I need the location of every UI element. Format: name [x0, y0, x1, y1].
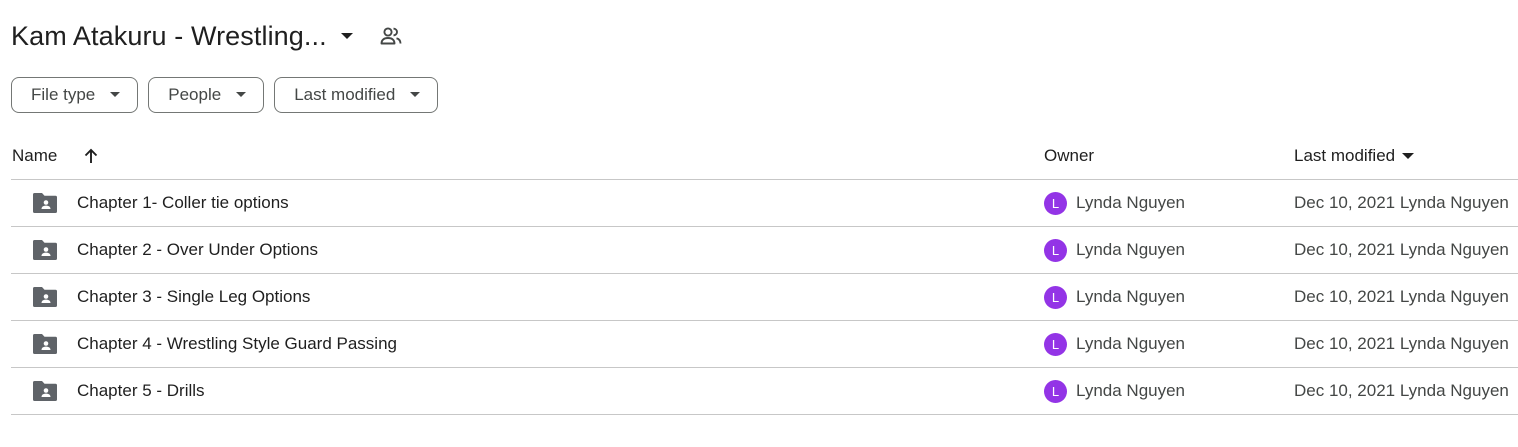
name-column-label: Name	[12, 146, 58, 165]
table-row[interactable]: Chapter 5 - Drills L Lynda Nguyen Dec 10…	[11, 368, 1518, 415]
last-modified-cell: Dec 10, 2021 Lynda Nguyen	[1294, 334, 1509, 353]
owner-cell: L Lynda Nguyen	[1044, 379, 1186, 403]
table-header: Name Owner Last modified	[11, 133, 1518, 180]
last-modified-cell: Dec 10, 2021 Lynda Nguyen	[1294, 287, 1509, 306]
arrow-drop-down-icon	[409, 89, 421, 101]
owner-column-label: Owner	[1044, 146, 1095, 165]
file-name: Chapter 4 - Wrestling Style Guard Passin…	[77, 334, 397, 353]
owner-cell: L Lynda Nguyen	[1044, 285, 1186, 309]
chip-label: People	[168, 85, 222, 104]
owner-column-header[interactable]: Owner	[1044, 146, 1094, 166]
table-row[interactable]: Chapter 3 - Single Leg Options L Lynda N…	[11, 274, 1518, 321]
shared-folder-icon	[33, 193, 57, 213]
owner-name: Lynda Nguyen	[1076, 287, 1186, 306]
last-modified-cell: Dec 10, 2021 Lynda Nguyen	[1294, 193, 1509, 212]
arrow-drop-down-icon	[109, 89, 121, 101]
chip-label: File type	[31, 85, 96, 104]
arrow-drop-down-icon	[1401, 149, 1415, 163]
name-column-header[interactable]: Name	[12, 146, 101, 166]
filter-chips: File type People Last modified	[11, 77, 439, 113]
file-list: Name Owner Last modified Chapter 1- Coll…	[11, 133, 1518, 415]
owner-cell: L Lynda Nguyen	[1044, 332, 1186, 356]
last-modified-column-header[interactable]: Last modified	[1294, 146, 1415, 166]
table-row[interactable]: Chapter 4 - Wrestling Style Guard Passin…	[11, 321, 1518, 368]
arrow-drop-down-icon	[235, 89, 247, 101]
file-name: Chapter 1- Coller tie options	[77, 193, 289, 212]
shared-folder-icon	[33, 287, 57, 307]
file-type-filter[interactable]: File type	[11, 77, 139, 113]
file-name: Chapter 5 - Drills	[77, 381, 205, 400]
last-modified-filter[interactable]: Last modified	[274, 77, 439, 113]
shared-folder-icon	[33, 240, 57, 260]
last-modified-cell: Dec 10, 2021 Lynda Nguyen	[1294, 240, 1509, 259]
folder-title-button[interactable]: Kam Atakuru - Wrestling...	[11, 16, 359, 56]
avatar: L	[1044, 332, 1067, 356]
folder-title: Kam Atakuru - Wrestling...	[11, 21, 327, 51]
table-row[interactable]: Chapter 2 - Over Under Options L Lynda N…	[11, 227, 1518, 274]
last-modified-cell: Dec 10, 2021 Lynda Nguyen	[1294, 381, 1509, 400]
avatar: L	[1044, 191, 1067, 215]
owner-cell: L Lynda Nguyen	[1044, 238, 1186, 262]
avatar: L	[1044, 379, 1067, 403]
avatar: L	[1044, 285, 1067, 309]
folder-header: Kam Atakuru - Wrestling...	[11, 14, 403, 58]
people-filter[interactable]: People	[148, 77, 265, 113]
arrow-upward-icon[interactable]	[81, 146, 101, 166]
people-icon[interactable]	[379, 24, 403, 48]
shared-folder-icon	[33, 334, 57, 354]
last-modified-column-label: Last modified	[1294, 146, 1396, 165]
shared-folder-icon	[33, 381, 57, 401]
file-name: Chapter 3 - Single Leg Options	[77, 287, 311, 306]
owner-name: Lynda Nguyen	[1076, 240, 1186, 259]
arrow-drop-down-icon	[339, 28, 355, 44]
owner-name: Lynda Nguyen	[1076, 193, 1186, 212]
table-row[interactable]: Chapter 1- Coller tie options L Lynda Ng…	[11, 180, 1518, 227]
owner-name: Lynda Nguyen	[1076, 381, 1186, 400]
avatar: L	[1044, 238, 1067, 262]
owner-cell: L Lynda Nguyen	[1044, 191, 1186, 215]
file-name: Chapter 2 - Over Under Options	[77, 240, 318, 259]
owner-name: Lynda Nguyen	[1076, 334, 1186, 353]
chip-label: Last modified	[294, 85, 396, 104]
